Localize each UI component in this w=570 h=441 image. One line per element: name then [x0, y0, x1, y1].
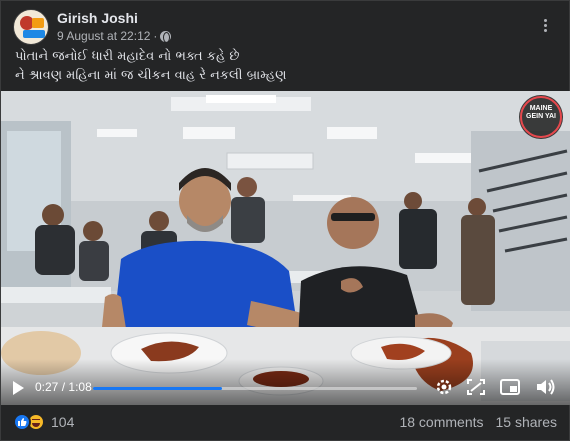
- reactions-summary[interactable]: 104: [13, 413, 74, 431]
- video-time: 0:27 / 1:08: [35, 380, 92, 394]
- post-header: Girish Joshi 9 August at 22:12 ·: [13, 9, 559, 45]
- volume-icon[interactable]: [535, 377, 557, 397]
- reaction-count: 104: [51, 414, 75, 430]
- post-footer: 104 18 comments 15 shares: [1, 405, 570, 441]
- picture-in-picture-icon[interactable]: [499, 377, 521, 397]
- settings-icon[interactable]: [433, 377, 455, 397]
- caption-line-1: પોતાને જનોઈ ધારી મહાદેવ નો ભક્ત કહે છે: [15, 49, 240, 64]
- engagement-stats: 18 comments 15 shares: [399, 414, 557, 430]
- author-avatar[interactable]: [13, 9, 49, 45]
- shares-count[interactable]: 15 shares: [496, 414, 557, 430]
- time-separator: /: [61, 380, 66, 394]
- video-controls: 0:27 / 1:08: [1, 359, 570, 405]
- globe-icon: [160, 30, 172, 43]
- fullscreen-icon[interactable]: [465, 377, 487, 397]
- channel-watermark: MAINE GEIN YAI: [526, 105, 556, 120]
- progress-bar[interactable]: [93, 387, 417, 390]
- current-time: 0:27: [35, 380, 59, 394]
- progress-fill: [93, 387, 222, 390]
- video-player[interactable]: MAINE GEIN YAI 0:27 / 1:08: [1, 91, 570, 405]
- meta-separator: ·: [153, 29, 158, 43]
- caption-line-2: ને શ્રાવણ મહિના માં જ ચીકન વાહ રે નકલી બ…: [15, 68, 287, 83]
- author-name[interactable]: Girish Joshi: [57, 10, 138, 26]
- post-caption: પોતાને જનોઈ ધારી મહાદેવ નો ભક્ત કહે છે ન…: [15, 47, 555, 85]
- more-options-icon[interactable]: [535, 15, 555, 35]
- post-meta: 9 August at 22:12 ·: [57, 29, 172, 43]
- post-date[interactable]: 9 August at 22:12: [57, 29, 150, 43]
- like-icon: [13, 413, 31, 431]
- duration: 1:08: [68, 380, 92, 394]
- video-frame: [1, 91, 570, 405]
- facebook-post: Girish Joshi 9 August at 22:12 · પોતાને …: [0, 0, 570, 441]
- comments-count[interactable]: 18 comments: [399, 414, 483, 430]
- play-icon[interactable]: [13, 381, 24, 395]
